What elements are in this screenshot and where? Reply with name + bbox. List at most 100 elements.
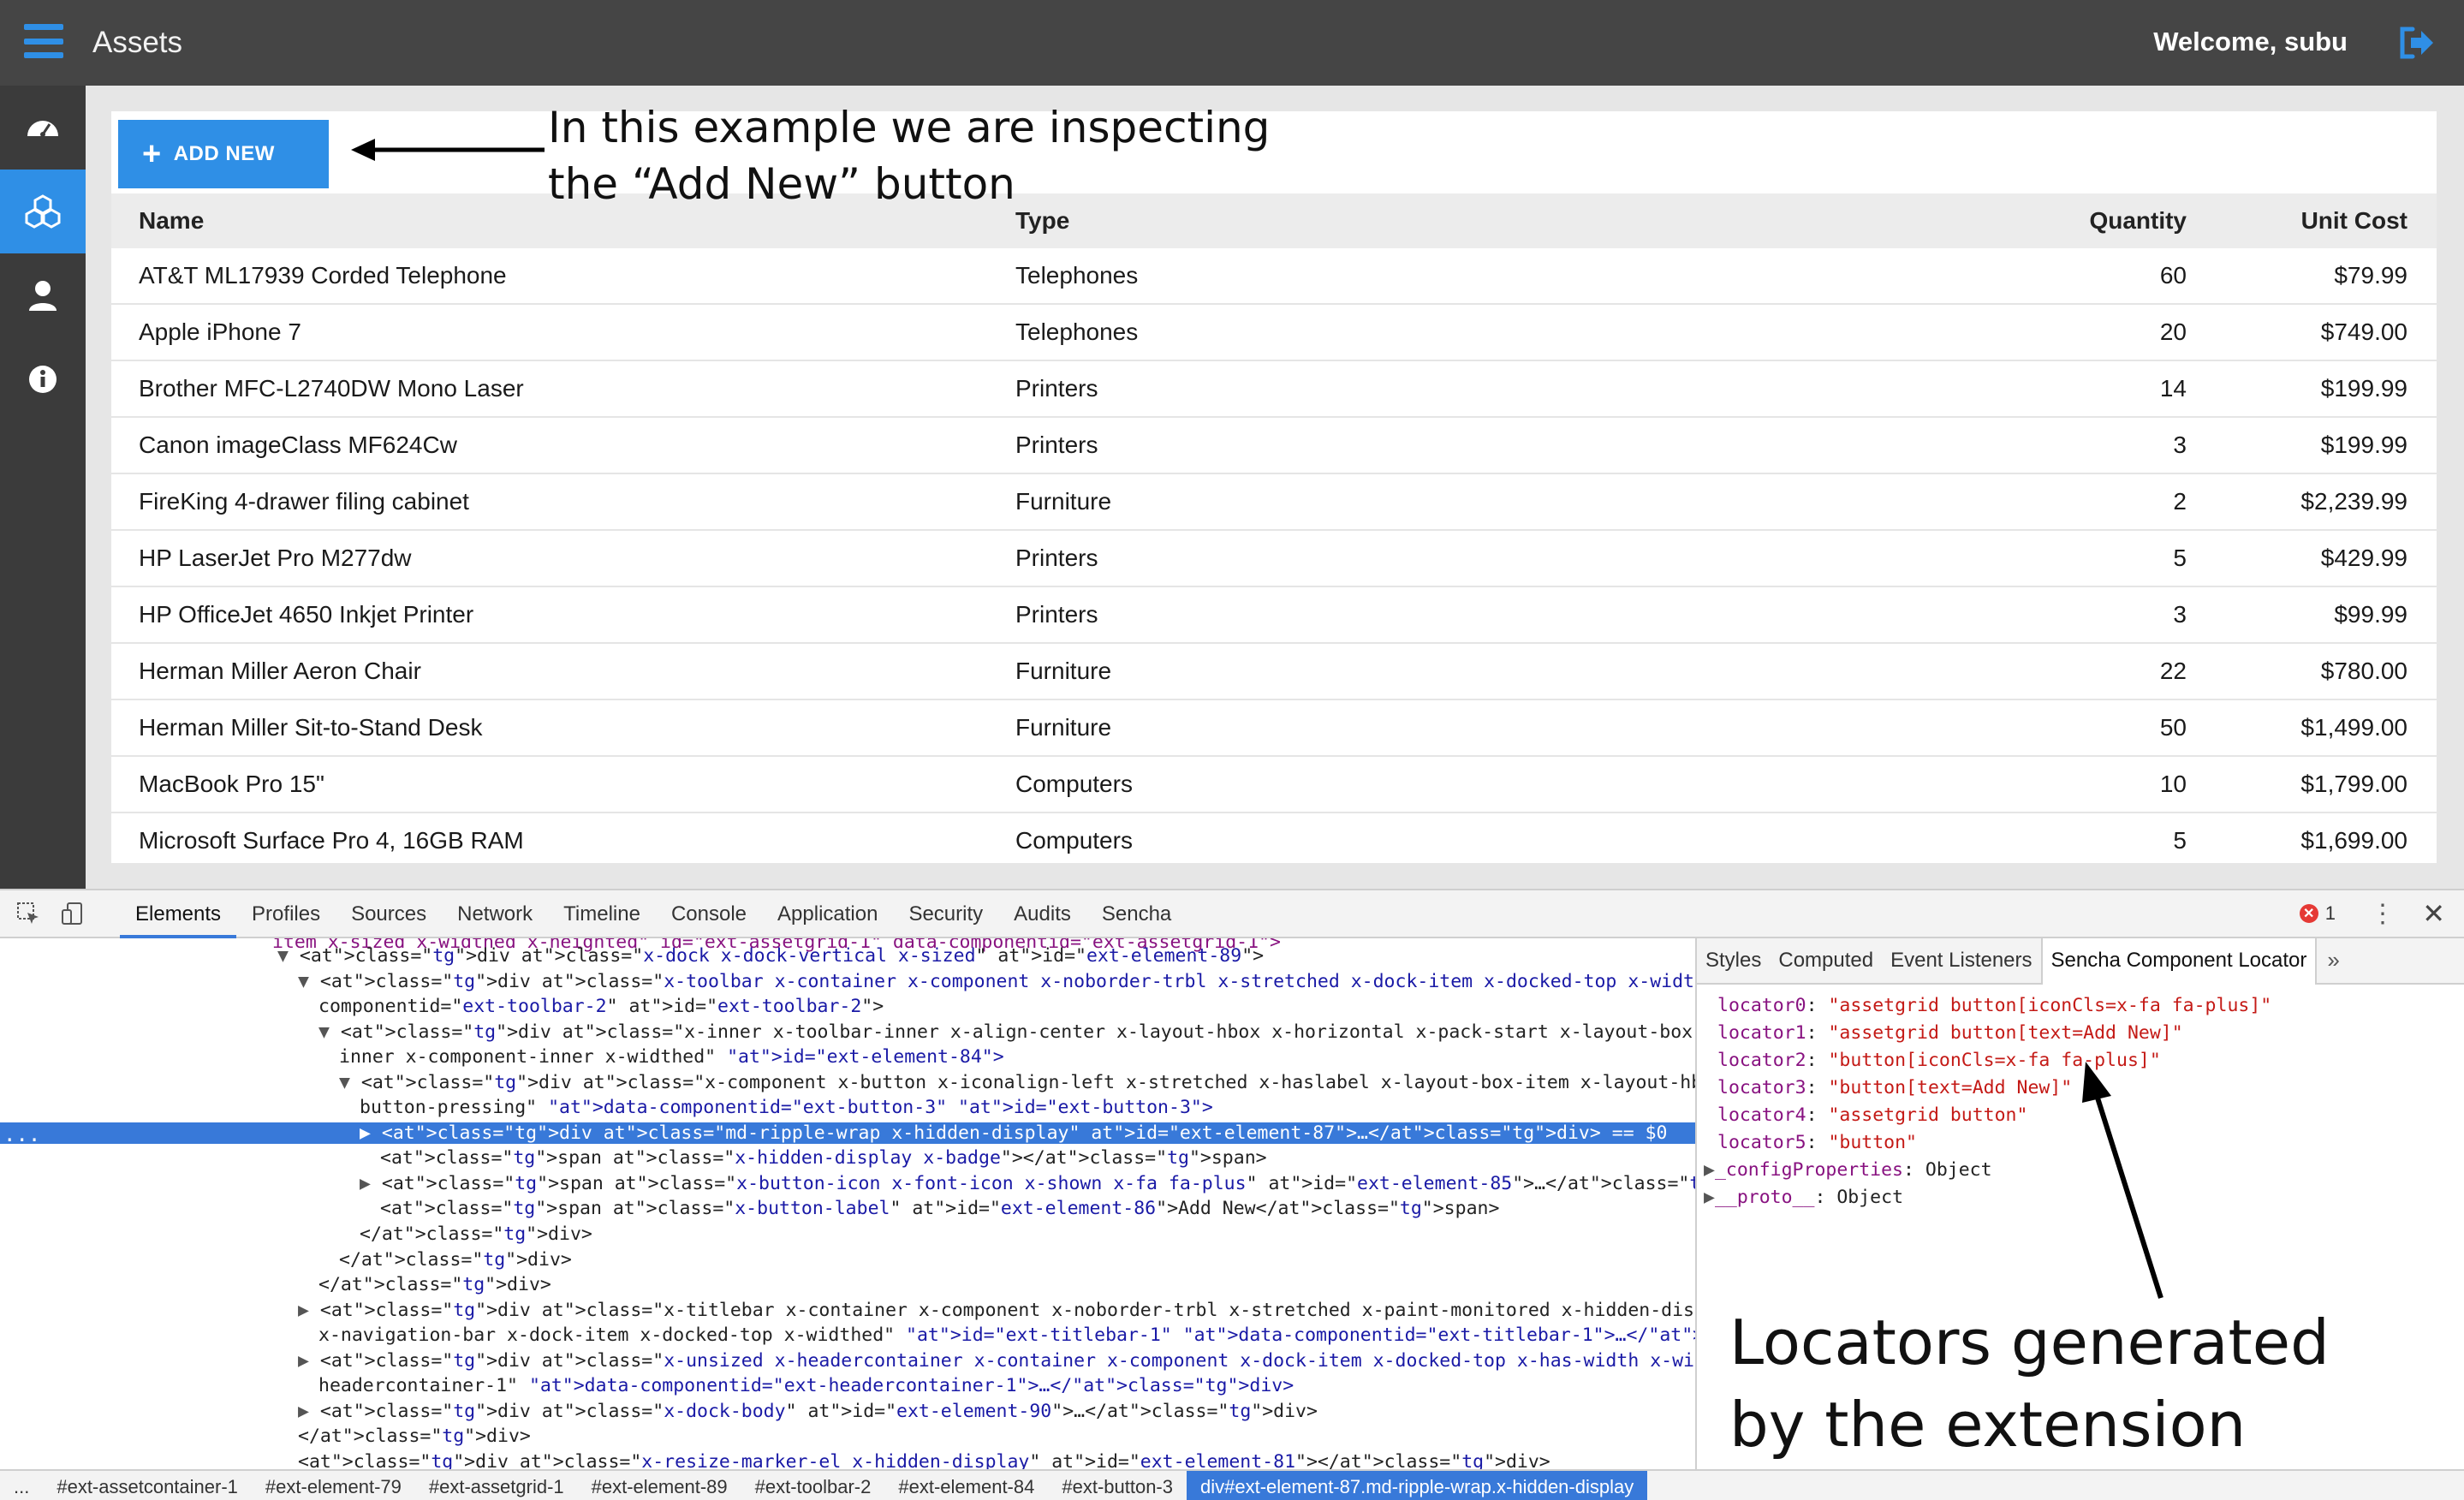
object-entry[interactable]: ▶__proto__: Object	[1704, 1187, 1903, 1208]
breadcrumb-item[interactable]: #ext-assetcontainer-1	[43, 1471, 252, 1500]
cubes-icon	[25, 194, 61, 229]
tab-sources[interactable]: Sources	[336, 890, 442, 938]
cell-unit-cost: $2,239.99	[2300, 488, 2407, 515]
sidebar-item-info[interactable]	[0, 337, 86, 421]
tab-timeline[interactable]: Timeline	[548, 890, 656, 938]
table-row[interactable]: Herman Miller Aeron Chair Furniture 22 $780…	[111, 644, 2437, 700]
expand-toggle-icon[interactable]: ▼	[298, 971, 320, 992]
asset-grid-panel: + ADD NEW Name Type Quantity Unit Cost A…	[111, 111, 2437, 863]
logout-icon[interactable]	[2396, 22, 2437, 63]
expand-toggle-icon[interactable]: ▼	[318, 1021, 341, 1043]
more-options-icon[interactable]: ⋮	[2370, 899, 2396, 929]
side-tab-styles[interactable]: Styles	[1697, 938, 1770, 985]
expand-toggle-icon[interactable]: ▶	[298, 1300, 320, 1321]
dom-line[interactable]: ▶ <at">class="tg">div at">class="x-dock-…	[298, 1401, 1318, 1422]
table-row[interactable]: Brother MFC-L2740DW Mono Laser Printers 14…	[111, 361, 2437, 418]
side-tab-computed[interactable]: Computed	[1770, 938, 1882, 985]
expand-toggle-icon[interactable]: ▶	[1704, 1159, 1715, 1181]
dom-line[interactable]: <at">class="tg">span at">class="x-hidden…	[380, 1147, 1267, 1169]
dom-line[interactable]: ▶ <at">class="tg">div at">class="x-title…	[298, 1300, 1695, 1321]
dom-line[interactable]: inner x-component-inner x-widthed" "at">…	[339, 1046, 1004, 1068]
cell-type: Printers	[1015, 375, 1098, 402]
tab-elements[interactable]: Elements	[120, 890, 237, 938]
tab-profiles[interactable]: Profiles	[236, 890, 336, 938]
expand-toggle-icon[interactable]: ▼	[277, 945, 300, 967]
breadcrumb-item[interactable]: #ext-button-3	[1048, 1471, 1187, 1500]
breadcrumb-item[interactable]: #ext-assetgrid-1	[415, 1471, 578, 1500]
tab-network[interactable]: Network	[442, 890, 548, 938]
table-row[interactable]: Microsoft Surface Pro 4, 16GB RAM Compute…	[111, 813, 2437, 863]
expand-toggle-icon[interactable]: ▶	[298, 1350, 320, 1372]
column-header-unit-cost[interactable]: Unit Cost	[2187, 193, 2437, 248]
cell-type: Computers	[1015, 771, 1133, 797]
table-row[interactable]: Herman Miller Sit-to-Stand Desk Furniture…	[111, 700, 2437, 757]
dom-line-text: <at">class="tg">div at">class="x-toolbar…	[319, 970, 1695, 992]
dom-line[interactable]: componentid="ext-toolbar-2" at">id="ext-…	[318, 996, 884, 1017]
breadcrumb-item[interactable]: #ext-element-84	[884, 1471, 1048, 1500]
tab-security[interactable]: Security	[893, 890, 998, 938]
expand-toggle-icon[interactable]: ▶	[298, 1401, 320, 1422]
tab-audits[interactable]: Audits	[998, 890, 1086, 938]
cell-quantity: 5	[2173, 545, 2187, 571]
breadcrumb-item[interactable]: ...	[0, 1471, 43, 1500]
dom-line[interactable]: button-pressing" "at">data-componentid="…	[360, 1097, 1213, 1118]
table-row[interactable]: HP LaserJet Pro M277dw Printers 5 $429.99	[111, 531, 2437, 587]
tab-sencha[interactable]: Sencha	[1086, 890, 1187, 938]
dom-line-selected[interactable]: ▶ <at">class="tg">div at">class="md-ripp…	[0, 1122, 1695, 1144]
inspect-element-icon[interactable]	[15, 901, 41, 926]
table-row[interactable]: AT&T ML17939 Corded Telephone Telephones 6…	[111, 248, 2437, 305]
breadcrumb-item[interactable]: #ext-element-89	[578, 1471, 741, 1500]
dom-line[interactable]: ▶ <at">class="tg">span at">class="x-butt…	[360, 1173, 1695, 1194]
object-entry[interactable]: ▶_configProperties: Object	[1704, 1159, 1992, 1181]
expand-toggle-icon[interactable]: ▼	[339, 1072, 361, 1093]
dashboard-icon	[27, 121, 58, 137]
annotation-right: Locators generated by the extension	[1729, 1301, 2330, 1466]
sidebar-item-dashboard[interactable]	[0, 86, 86, 170]
table-row[interactable]: MacBook Pro 15" Computers 10 $1,799.00	[111, 757, 2437, 813]
side-tab-event-listeners[interactable]: Event Listeners	[1882, 938, 2040, 985]
sidebar-pane-tabs: Styles Computed Event Listeners Sencha Comp…	[1697, 938, 2464, 985]
sidebar-item-users[interactable]	[0, 253, 86, 337]
locator-entry[interactable]: locator1: "assetgrid button[text=Add New…	[1717, 1022, 2183, 1044]
breadcrumb-item[interactable]: div#ext-element-87.md-ripple-wrap.x-hidd…	[1187, 1471, 1648, 1500]
table-row[interactable]: HP OfficeJet 4650 Inkjet Printer Printers…	[111, 587, 2437, 644]
table-row[interactable]: Apple iPhone 7 Telephones 20 $749.00	[111, 305, 2437, 361]
expand-toggle-icon[interactable]: ▶	[360, 1122, 382, 1144]
expand-toggle-icon[interactable]: ▶	[1704, 1187, 1715, 1208]
sidebar-item-assets[interactable]	[0, 170, 86, 253]
dom-line[interactable]: </at">class="tg">div>	[318, 1274, 551, 1295]
table-row[interactable]: FireKing 4-drawer filing cabinet Furnitur…	[111, 474, 2437, 531]
error-counter[interactable]: ✕ 1	[2299, 902, 2336, 925]
dom-line[interactable]: x-navigation-bar x-dock-item x-docked-to…	[318, 1324, 1695, 1346]
breadcrumb-item[interactable]: #ext-toolbar-2	[741, 1471, 885, 1500]
breadcrumb-item[interactable]: #ext-element-79	[252, 1471, 415, 1500]
add-new-button[interactable]: + ADD NEW	[118, 120, 329, 188]
device-toolbar-icon[interactable]	[60, 901, 86, 926]
dom-line[interactable]: headercontainer-1" "at">data-componentid…	[318, 1375, 1294, 1396]
tab-console[interactable]: Console	[656, 890, 762, 938]
dom-line[interactable]: ▶ <at">class="tg">div at">class="x-unsiz…	[298, 1350, 1695, 1372]
dom-line[interactable]: </at">class="tg">div>	[339, 1249, 572, 1271]
locator-entry[interactable]: locator4: "assetgrid button"	[1717, 1104, 2027, 1126]
table-row[interactable]: Canon imageClass MF624Cw Printers 3 $199.99	[111, 418, 2437, 474]
locator-value: "assetgrid button"	[1828, 1104, 2028, 1126]
dom-line[interactable]: ▼ <at">class="tg">div at">class="x-compo…	[339, 1072, 1695, 1093]
locator-entry[interactable]: locator3: "button[text=Add New]"	[1717, 1077, 2072, 1098]
dom-line[interactable]: ▼ <at">class="tg">div at">class="x-toolb…	[298, 971, 1695, 992]
dom-line[interactable]: <at">class="tg">span at">class="x-button…	[380, 1198, 1499, 1219]
dom-line[interactable]: <at">class="tg">div at">class="x-resize-…	[298, 1451, 1550, 1469]
dom-line[interactable]: </at">class="tg">div>	[298, 1426, 531, 1447]
hamburger-menu-icon[interactable]	[24, 24, 63, 58]
more-tabs-icon[interactable]: »	[2317, 938, 2349, 983]
expand-toggle-icon[interactable]: ▶	[360, 1173, 382, 1194]
dom-line[interactable]: ▼ <at">class="tg">div at">class="x-dock …	[277, 945, 1264, 967]
dom-line[interactable]: ▼ <at">class="tg">div at">class="x-inner…	[318, 1021, 1695, 1043]
tab-application[interactable]: Application	[762, 890, 893, 938]
dom-line[interactable]: </at">class="tg">div>	[360, 1223, 592, 1245]
column-header-quantity[interactable]: Quantity	[1683, 193, 2187, 248]
locator-entry[interactable]: locator5: "button"	[1717, 1132, 1917, 1153]
selected-node-marker[interactable]: ...	[3, 1122, 40, 1146]
locator-entry[interactable]: locator0: "assetgrid button[iconCls=x-fa…	[1717, 995, 2271, 1016]
close-devtools-icon[interactable]: ✕	[2422, 897, 2445, 930]
side-tab-sencha-component-locator[interactable]: Sencha Component Locator	[2040, 938, 2318, 985]
